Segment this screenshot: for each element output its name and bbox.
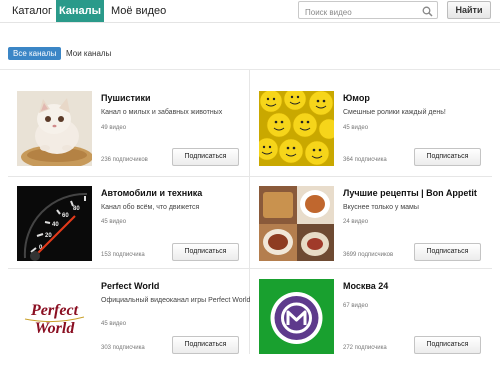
video-count: 24 видео [343, 219, 369, 225]
channel-title[interactable]: Автомобили и техника [101, 188, 202, 198]
tab-my-video[interactable]: Моё видео [111, 0, 166, 22]
channel-thumbnail-food[interactable] [259, 186, 334, 261]
svg-text:World: World [35, 320, 76, 337]
channel-title[interactable]: Юмор [343, 93, 370, 103]
subscribe-button[interactable]: Подписаться [414, 148, 481, 166]
channel-thumbnail-smileys[interactable] [259, 91, 334, 166]
svg-text:40: 40 [52, 222, 59, 228]
channel-thumbnail-moskva24[interactable] [259, 279, 334, 354]
subscriber-count: 303 подписчика [101, 345, 145, 351]
video-count: 45 видео [101, 219, 127, 225]
subscribe-button[interactable]: Подписаться [172, 243, 239, 261]
svg-text:20: 20 [45, 233, 52, 239]
channel-card: Лучшие рецепты | Bon Appetit Вкуснее тол… [259, 186, 497, 280]
svg-text:80: 80 [73, 206, 80, 212]
channel-card: Юмор Смешные ролики каждый день! 45 виде… [259, 91, 497, 185]
channel-thumbnail-speedometer[interactable]: 0 20 40 60 80 [17, 186, 92, 261]
channel-description: Канал о милых и забавных животных [101, 109, 223, 116]
find-button[interactable]: Найти [447, 1, 491, 19]
subscriber-count: 3699 подписчиков [343, 252, 394, 258]
subscribe-button[interactable]: Подписаться [172, 148, 239, 166]
video-count: 67 видео [343, 303, 369, 309]
channel-title[interactable]: Лучшие рецепты | Bon Appetit [343, 188, 477, 198]
subscriber-count: 236 подписчиков [101, 157, 148, 163]
video-count: 45 видео [101, 321, 127, 327]
top-navigation: Каталог Каналы Моё видео Найти [0, 0, 500, 22]
video-count: 45 видео [343, 125, 369, 131]
channel-card: Пушистики Канал о милых и забавных живот… [17, 91, 255, 185]
filter-all-channels[interactable]: Все каналы [8, 47, 62, 60]
subscribe-button[interactable]: Подписаться [172, 336, 239, 354]
channel-description: Вкуснее только у мамы [343, 204, 419, 211]
video-count: 49 видео [101, 125, 127, 131]
search-icon[interactable] [422, 4, 433, 22]
channel-description: Смешные ролики каждый день! [343, 109, 446, 116]
channel-card: 0 20 40 60 80 Автомобили и техника Канал об… [17, 186, 255, 280]
nav-divider [0, 22, 500, 23]
subscriber-count: 272 подписчика [343, 345, 387, 351]
filter-my-channels[interactable]: Мои каналы [66, 47, 111, 60]
subscribe-button[interactable]: Подписаться [414, 336, 481, 354]
channel-thumbnail-perfect-world[interactable]: Perfect World [17, 279, 92, 354]
tab-catalog[interactable]: Каталог [12, 0, 52, 22]
svg-text:60: 60 [62, 213, 69, 219]
subscriber-count: 364 подписчика [343, 157, 387, 163]
channel-thumbnail-kitten[interactable] [17, 91, 92, 166]
tab-channels[interactable]: Каналы [56, 0, 104, 22]
subscribe-button[interactable]: Подписаться [414, 243, 481, 261]
channel-title[interactable]: Москва 24 [343, 281, 388, 291]
channel-description: Канал обо всём, что движется [101, 204, 200, 211]
channel-title[interactable]: Perfect World [101, 281, 159, 291]
svg-text:Perfect: Perfect [30, 302, 79, 319]
channel-card: Perfect World Perfect World Официальный … [17, 279, 255, 373]
channel-card: Москва 24 67 видео 272 подписчика Подпис… [259, 279, 497, 373]
channel-title[interactable]: Пушистики [101, 93, 151, 103]
search-box [298, 1, 438, 22]
subscriber-count: 153 подписчика [101, 252, 145, 258]
search-input[interactable] [299, 4, 420, 21]
filter-divider [0, 69, 500, 70]
channel-description: Официальный видеоканал игры Perfect Worl… [101, 297, 251, 304]
